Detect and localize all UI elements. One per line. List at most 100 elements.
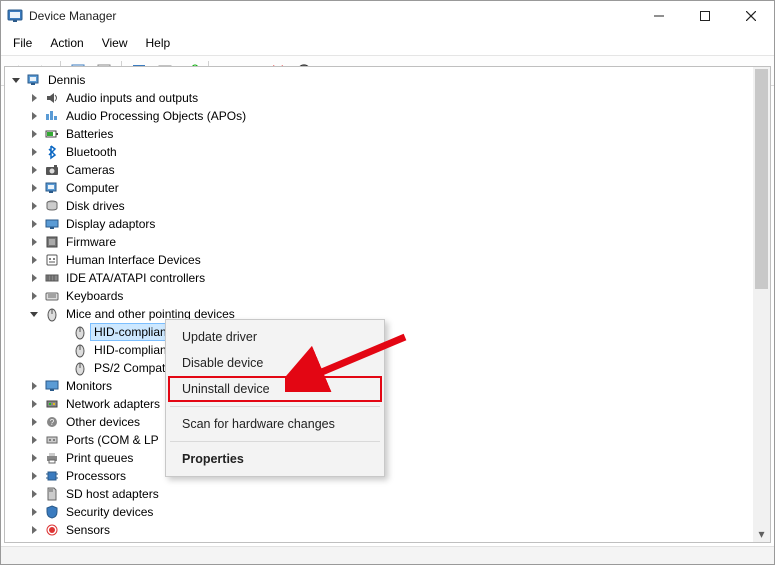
category-label[interactable]: Audio Processing Objects (APOs) xyxy=(63,108,249,124)
firmware-icon xyxy=(44,234,60,250)
category-label[interactable]: Disk drives xyxy=(63,198,128,214)
chevron-down-icon[interactable] xyxy=(27,307,41,321)
menu-file[interactable]: File xyxy=(5,33,40,53)
context-menu-item[interactable]: Uninstall device xyxy=(168,376,382,402)
context-menu-item[interactable]: Update driver xyxy=(168,324,382,350)
chevron-right-icon[interactable] xyxy=(27,397,41,411)
chevron-right-icon[interactable] xyxy=(27,109,41,123)
category-label[interactable]: IDE ATA/ATAPI controllers xyxy=(63,270,208,286)
device-label[interactable]: PS/2 Compat xyxy=(91,360,168,376)
tree-category[interactable]: Firmware xyxy=(7,233,768,251)
hid-icon xyxy=(44,252,60,268)
chevron-right-icon[interactable] xyxy=(27,487,41,501)
category-label[interactable]: SD host adapters xyxy=(63,486,162,502)
chevron-right-icon[interactable] xyxy=(27,127,41,141)
context-menu-item[interactable]: Scan for hardware changes xyxy=(168,411,382,437)
category-label[interactable]: Batteries xyxy=(63,126,116,142)
tree-category[interactable]: Cameras xyxy=(7,161,768,179)
chevron-right-icon[interactable] xyxy=(27,181,41,195)
category-label[interactable]: Ports (COM & LP xyxy=(63,432,162,448)
category-label[interactable]: Network adapters xyxy=(63,396,163,412)
chevron-right-icon[interactable] xyxy=(27,199,41,213)
category-label[interactable]: Monitors xyxy=(63,378,115,394)
maximize-button[interactable] xyxy=(682,1,728,30)
chevron-right-icon[interactable] xyxy=(27,379,41,393)
status-bar xyxy=(1,546,774,564)
tree-category[interactable]: SD host adapters xyxy=(7,485,768,503)
chevron-right-icon[interactable] xyxy=(27,145,41,159)
category-label[interactable]: Display adaptors xyxy=(63,216,158,232)
display-adapter-icon xyxy=(44,216,60,232)
category-label[interactable]: Cameras xyxy=(63,162,118,178)
tree-category[interactable]: Network adapters xyxy=(7,395,768,413)
computer-icon xyxy=(44,180,60,196)
tree-device[interactable]: HID-complian xyxy=(7,323,768,341)
context-menu: Update driverDisable deviceUninstall dev… xyxy=(165,319,385,477)
chevron-down-icon[interactable] xyxy=(9,73,23,87)
category-label[interactable]: Firmware xyxy=(63,234,119,250)
device-tree[interactable]: Dennis Audio inputs and outputs Audio Proc… xyxy=(5,67,770,543)
printer-icon xyxy=(44,450,60,466)
tree-category[interactable]: Audio Processing Objects (APOs) xyxy=(7,107,768,125)
category-label[interactable]: Bluetooth xyxy=(63,144,120,160)
tree-category[interactable]: Sensors xyxy=(7,521,768,539)
chevron-right-icon[interactable] xyxy=(27,91,41,105)
context-menu-item[interactable]: Disable device xyxy=(168,350,382,376)
security-icon xyxy=(44,504,60,520)
keyboard-icon xyxy=(44,288,60,304)
tree-category[interactable]: Ports (COM & LP xyxy=(7,431,768,449)
menu-action[interactable]: Action xyxy=(42,33,91,53)
tree-category[interactable]: Processors xyxy=(7,467,768,485)
category-label[interactable]: Processors xyxy=(63,468,129,484)
chevron-right-icon[interactable] xyxy=(27,433,41,447)
chevron-right-icon[interactable] xyxy=(27,523,41,537)
chevron-right-icon[interactable] xyxy=(27,469,41,483)
tree-category[interactable]: Mice and other pointing devices xyxy=(7,305,768,323)
chevron-right-icon[interactable] xyxy=(27,505,41,519)
tree-category[interactable]: Disk drives xyxy=(7,197,768,215)
device-label[interactable]: HID-complian xyxy=(91,342,170,358)
tree-category[interactable]: Monitors xyxy=(7,377,768,395)
category-label[interactable]: Keyboards xyxy=(63,288,126,304)
tree-category[interactable]: Display adaptors xyxy=(7,215,768,233)
tree-category[interactable]: Print queues xyxy=(7,449,768,467)
tree-category[interactable]: IDE ATA/ATAPI controllers xyxy=(7,269,768,287)
chevron-right-icon[interactable] xyxy=(27,235,41,249)
speaker-icon xyxy=(44,90,60,106)
chevron-right-icon[interactable] xyxy=(27,253,41,267)
menu-view[interactable]: View xyxy=(94,33,136,53)
menu-help[interactable]: Help xyxy=(138,33,179,53)
tree-category[interactable]: Bluetooth xyxy=(7,143,768,161)
sd-icon xyxy=(44,486,60,502)
chevron-right-icon[interactable] xyxy=(27,451,41,465)
category-label[interactable]: Security devices xyxy=(63,504,156,520)
close-button[interactable] xyxy=(728,1,774,30)
tree-device[interactable]: PS/2 Compat xyxy=(7,359,768,377)
tree-category[interactable]: Computer xyxy=(7,179,768,197)
tree-category[interactable]: ? Other devices xyxy=(7,413,768,431)
mouse-icon xyxy=(72,324,88,340)
category-label[interactable]: Audio inputs and outputs xyxy=(63,90,201,106)
chevron-right-icon[interactable] xyxy=(27,163,41,177)
tree-category[interactable]: Batteries xyxy=(7,125,768,143)
chevron-right-icon[interactable] xyxy=(27,271,41,285)
tree-device[interactable]: HID-complian xyxy=(7,341,768,359)
tree-category[interactable]: Audio inputs and outputs xyxy=(7,89,768,107)
tree-category[interactable]: Security devices xyxy=(7,503,768,521)
category-label[interactable]: Other devices xyxy=(63,414,143,430)
category-label[interactable]: Computer xyxy=(63,180,122,196)
category-label[interactable]: Human Interface Devices xyxy=(63,252,204,268)
context-menu-item[interactable]: Properties xyxy=(168,446,382,472)
chevron-right-icon[interactable] xyxy=(27,217,41,231)
minimize-button[interactable] xyxy=(636,1,682,30)
category-label[interactable]: Print queues xyxy=(63,450,136,466)
tree-root-label[interactable]: Dennis xyxy=(45,72,88,88)
window-title: Device Manager xyxy=(29,9,636,23)
chevron-right-icon[interactable] xyxy=(27,289,41,303)
category-label[interactable]: Sensors xyxy=(63,522,113,538)
svg-text:?: ? xyxy=(50,418,55,427)
tree-category[interactable]: Human Interface Devices xyxy=(7,251,768,269)
chevron-right-icon[interactable] xyxy=(27,415,41,429)
tree-category[interactable]: Keyboards xyxy=(7,287,768,305)
device-label[interactable]: HID-complian xyxy=(91,324,170,340)
